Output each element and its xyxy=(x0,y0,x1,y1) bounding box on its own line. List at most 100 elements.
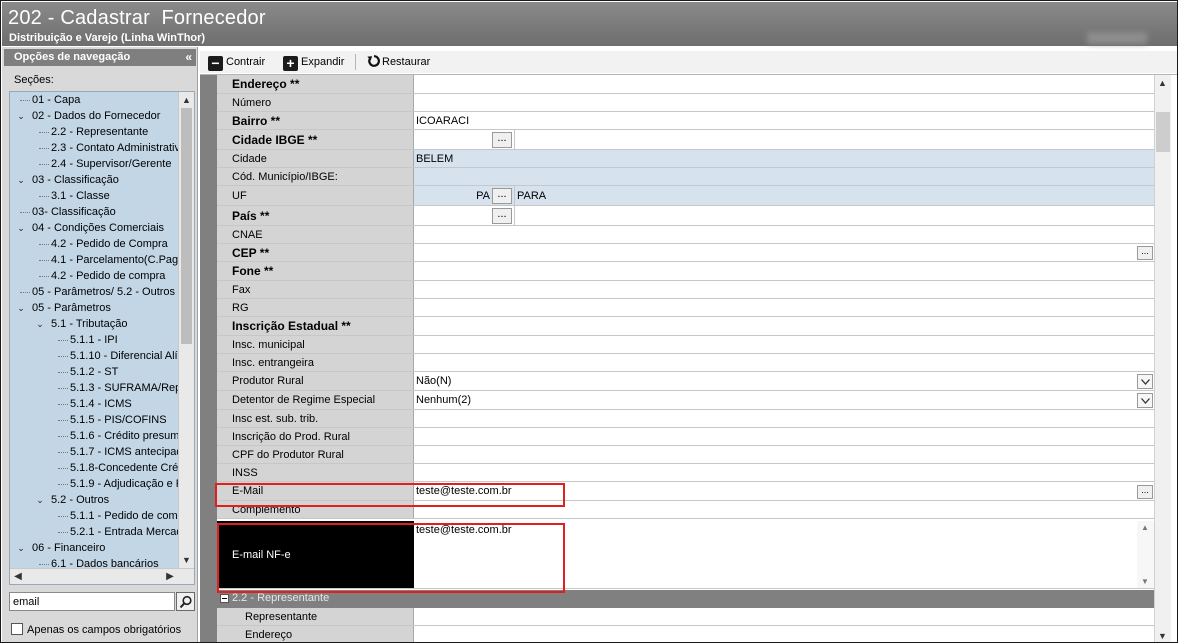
grid-scroll-thumb[interactable] xyxy=(1156,112,1170,152)
field-value[interactable]: Não(N) xyxy=(414,372,1154,390)
field-value[interactable]: ... xyxy=(414,206,1154,225)
grid-scroll-up-icon[interactable]: ▲ xyxy=(1158,78,1167,88)
tree-item[interactable]: 5.1.7 - ICMS antecipado xyxy=(10,444,180,460)
tree-item[interactable]: 6.1 - Dados bancários xyxy=(10,556,180,568)
tree-item[interactable]: 2.3 - Contato Administrativo xyxy=(10,140,180,156)
collapse-nav-icon[interactable]: « xyxy=(185,49,192,66)
tree-item[interactable]: 2.4 - Supervisor/Gerente xyxy=(10,156,180,172)
tree-item[interactable]: 01 - Capa xyxy=(10,92,180,108)
lookup-button[interactable]: ... xyxy=(492,188,512,204)
tree-item[interactable]: 5.1.1 - IPI xyxy=(10,332,180,348)
sections-tree[interactable]: 01 - Capa ⌄ 02 - Dados do Fornecedor 2.2 - … xyxy=(9,91,195,585)
tree-item[interactable]: ⌄ 06 - Financeiro xyxy=(10,540,180,556)
nav-search-input[interactable] xyxy=(9,592,175,611)
tree-horizontal-scrollbar[interactable]: ◀ ▶ xyxy=(10,568,194,584)
field-value[interactable] xyxy=(414,446,1154,463)
scroll-up-icon[interactable]: ▲ xyxy=(179,92,194,108)
dropdown-button[interactable] xyxy=(1137,374,1153,389)
lookup-button[interactable]: ... xyxy=(492,208,512,224)
grid-vertical-scrollbar[interactable]: ▲ ▼ xyxy=(1154,75,1171,642)
tree-item[interactable]: 4.2 - Pedido de compra xyxy=(10,268,180,284)
tree-item[interactable]: 5.2.1 - Entrada Mercadoria xyxy=(10,524,180,540)
lookup-button[interactable]: ... xyxy=(492,132,512,148)
tree-item-label: 2.3 - Contato Administrativo xyxy=(51,142,180,154)
field-value[interactable] xyxy=(414,299,1154,316)
tree-vertical-scrollbar[interactable]: ▲ ▼ xyxy=(178,92,194,568)
tree-item[interactable]: 5.1.4 - ICMS xyxy=(10,396,180,412)
dropdown-button[interactable] xyxy=(1137,393,1153,408)
expander-chevron-icon[interactable]: ⌄ xyxy=(16,172,26,188)
tree-item[interactable]: ⌄ 02 - Dados do Fornecedor xyxy=(10,108,180,124)
required-only-checkbox-row[interactable]: Apenas os campos obrigatórios xyxy=(11,623,181,636)
field-value[interactable] xyxy=(414,410,1154,427)
tree-item[interactable]: 5.1.10 - Diferencial Alíquota xyxy=(10,348,180,364)
field-value[interactable] xyxy=(414,336,1154,353)
tree-item[interactable]: ⌄ 5.1 - Tributação xyxy=(10,316,180,332)
tree-item[interactable]: 5.1.1 - Pedido de compra xyxy=(10,508,180,524)
tree-item[interactable]: ⌄ 04 - Condições Comerciais xyxy=(10,220,180,236)
restore-button[interactable]: Restaurar xyxy=(367,53,430,71)
collapse-button[interactable]: − Contrair xyxy=(208,53,265,71)
field-value[interactable] xyxy=(414,354,1154,371)
field-value[interactable] xyxy=(414,262,1154,280)
field-value[interactable] xyxy=(414,608,1154,625)
field-value xyxy=(414,168,1154,185)
field-value-text: BELEM xyxy=(416,152,454,165)
plus-icon: + xyxy=(283,56,298,71)
scroll-thumb[interactable] xyxy=(181,108,192,344)
field-value[interactable]: ... xyxy=(414,130,1154,149)
tree-item[interactable]: 03- Classificação xyxy=(10,204,180,220)
scroll-right-icon[interactable]: ▶ xyxy=(162,569,178,584)
email-nfe-scrollbar[interactable]: ▲ ▼ xyxy=(1137,521,1154,588)
scroll-down-icon[interactable]: ▼ xyxy=(179,552,194,568)
expander-chevron-icon[interactable]: ⌄ xyxy=(16,300,26,316)
tree-item[interactable]: ⌄ 03 - Classificação xyxy=(10,172,180,188)
expander-chevron-icon[interactable]: ⌄ xyxy=(16,108,26,124)
scroll-left-icon[interactable]: ◀ xyxy=(10,569,26,584)
expand-button[interactable]: + Expandir xyxy=(283,53,344,71)
field-value[interactable]: Nenhum(2) xyxy=(414,391,1154,409)
tree-item[interactable]: 2.2 - Representante xyxy=(10,124,180,140)
ellipsis-button[interactable]: ... xyxy=(1137,246,1153,260)
field-value[interactable] xyxy=(414,626,1154,642)
field-value[interactable]: ... xyxy=(414,244,1154,261)
field-row: Detentor de Regime Especial Nenhum(2) xyxy=(217,391,1154,410)
field-value[interactable]: ICOARACI xyxy=(414,112,1154,129)
field-label-text: Endereço ** xyxy=(232,77,300,91)
ellipsis-button[interactable]: ... xyxy=(1137,485,1153,499)
tree-item[interactable]: ⌄ 5.2 - Outros xyxy=(10,492,180,508)
tree-connector xyxy=(20,100,30,101)
field-value[interactable] xyxy=(414,75,1154,93)
tree-item[interactable]: 3.1 - Classe xyxy=(10,188,180,204)
tree-item-label: 05 - Parâmetros/ 5.2 - Outros xyxy=(32,286,176,298)
tree-item[interactable]: 05 - Parâmetros/ 5.2 - Outros xyxy=(10,284,180,300)
memo-scroll-up-icon[interactable]: ▲ xyxy=(1141,523,1149,532)
field-value-text: Nenhum(2) xyxy=(416,394,472,406)
expander-chevron-icon[interactable]: ⌄ xyxy=(16,540,26,556)
field-value[interactable] xyxy=(414,428,1154,445)
tree-item[interactable]: 5.1.8-Concedente Crédito xyxy=(10,460,180,476)
tree-item[interactable]: 5.1.6 - Crédito presumido xyxy=(10,428,180,444)
tree-item[interactable]: 5.1.5 - PIS/COFINS xyxy=(10,412,180,428)
tree-item[interactable]: 5.1.2 - ST xyxy=(10,364,180,380)
tree-item[interactable]: ⌄ 05 - Parâmetros xyxy=(10,300,180,316)
tree-item-label: 5.1.2 - ST xyxy=(70,366,119,378)
tree-item[interactable]: 4.1 - Parcelamento(C.Pagamento) xyxy=(10,252,180,268)
required-only-checkbox[interactable] xyxy=(11,623,23,635)
expander-chevron-icon[interactable]: ⌄ xyxy=(35,492,45,508)
expander-chevron-icon[interactable]: ⌄ xyxy=(16,220,26,236)
field-value[interactable] xyxy=(414,317,1154,335)
field-value[interactable] xyxy=(414,281,1154,298)
search-button[interactable] xyxy=(176,592,195,611)
tree-item[interactable]: 5.1.3 - SUFRAMA/Repasse xyxy=(10,380,180,396)
expander-chevron-icon[interactable]: ⌄ xyxy=(35,316,45,332)
grid-scroll-down-icon[interactable]: ▼ xyxy=(1158,631,1167,641)
tree-item[interactable]: 5.1.9 - Adjudicação e Recolhimento xyxy=(10,476,180,492)
field-value[interactable] xyxy=(414,94,1154,111)
field-value[interactable] xyxy=(414,464,1154,481)
tree-item-label: 5.1.6 - Crédito presumido xyxy=(70,430,180,442)
tree-item[interactable]: 4.2 - Pedido de Compra xyxy=(10,236,180,252)
memo-scroll-down-icon[interactable]: ▼ xyxy=(1141,577,1149,586)
field-value[interactable] xyxy=(414,226,1154,243)
collapse-group-icon[interactable] xyxy=(220,594,229,603)
